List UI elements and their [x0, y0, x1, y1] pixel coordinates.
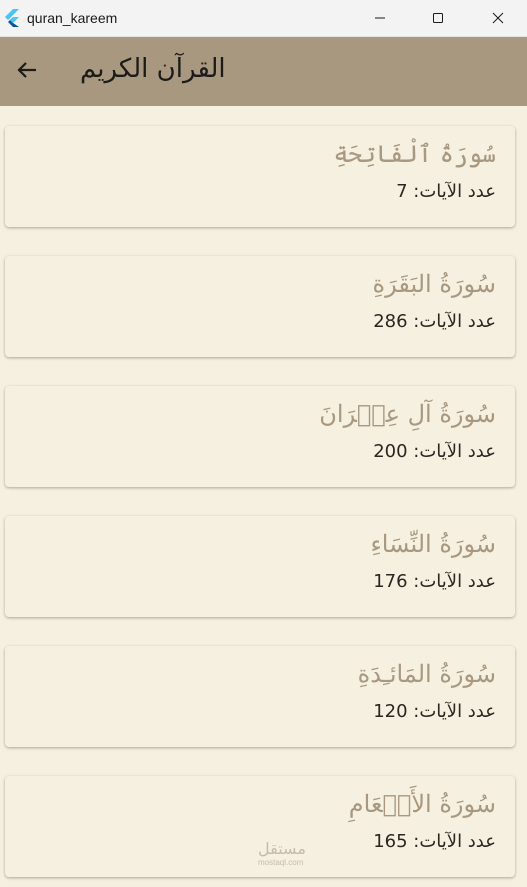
ayat-count-text: عدد الآيات: 120: [373, 701, 496, 722]
watermark-arabic: مستقل: [258, 839, 306, 858]
ayat-label: عدد الآيات:: [413, 311, 496, 332]
surah-card[interactable]: سُورَةُ النِّسَاءِ عدد الآيات: 176: [5, 516, 515, 617]
ayat-count: 286: [373, 311, 408, 332]
app-bar: القرآن الكريم: [0, 37, 527, 106]
surah-card[interactable]: سُورَةُ آلِ عِمۡرَانَ عدد الآيات: 200: [5, 386, 515, 487]
watermark: مستقل mostaql.com: [258, 839, 306, 872]
ayat-count: 200: [373, 441, 408, 462]
ayat-count-text: عدد الآيات: 165: [373, 831, 496, 852]
ayat-count: 165: [373, 831, 408, 852]
ayat-count: 176: [373, 571, 408, 592]
ayat-label: عدد الآيات:: [413, 571, 496, 592]
ayat-count-text: عدد الآيات: 200: [373, 441, 496, 462]
ayat-label: عدد الآيات:: [413, 181, 496, 202]
surah-name: سُورَةُ الأَنۡعَامِ: [348, 790, 496, 818]
maximize-button[interactable]: [415, 0, 461, 37]
close-icon: [492, 9, 504, 28]
surah-card[interactable]: سُورَةُ ٱلْفَاتِحَةِ عدد الآيات: 7: [5, 126, 515, 227]
back-button[interactable]: [10, 55, 44, 89]
ayat-count: 7: [396, 181, 408, 202]
window-title: quran_kareem: [27, 10, 118, 26]
surah-list[interactable]: سُورَةُ ٱلْفَاتِحَةِ عدد الآيات: 7 سُورَ…: [0, 106, 527, 887]
page-title: القرآن الكريم: [80, 54, 226, 84]
flutter-icon: [4, 9, 20, 27]
minimize-button[interactable]: [357, 0, 403, 37]
minimize-icon: [374, 9, 386, 28]
surah-name: سُورَةُ ٱلْفَاتِحَةِ: [333, 140, 496, 168]
ayat-label: عدد الآيات:: [413, 831, 496, 852]
surah-name: سُورَةُ المَائـِدَةِ: [357, 660, 496, 688]
ayat-label: عدد الآيات:: [413, 441, 496, 462]
surah-card[interactable]: سُورَةُ المَائـِدَةِ عدد الآيات: 120: [5, 646, 515, 747]
surah-name: سُورَةُ النِّسَاءِ: [370, 530, 496, 558]
close-button[interactable]: [475, 0, 521, 37]
ayat-count-text: عدد الآيات: 286: [373, 311, 496, 332]
surah-name: سُورَةُ البَقَرَةِ: [372, 270, 496, 298]
maximize-icon: [432, 9, 444, 28]
ayat-count-text: عدد الآيات: 176: [373, 571, 496, 592]
arrow-back-icon: [15, 58, 39, 86]
surah-card[interactable]: سُورَةُ البَقَرَةِ عدد الآيات: 286: [5, 256, 515, 357]
window-titlebar: quran_kareem: [0, 0, 527, 37]
ayat-count: 120: [373, 701, 408, 722]
ayat-count-text: عدد الآيات: 7: [396, 181, 496, 202]
surah-name: سُورَةُ آلِ عِمۡرَانَ: [319, 400, 496, 428]
watermark-latin: mostaql.com: [258, 858, 304, 867]
ayat-label: عدد الآيات:: [413, 701, 496, 722]
